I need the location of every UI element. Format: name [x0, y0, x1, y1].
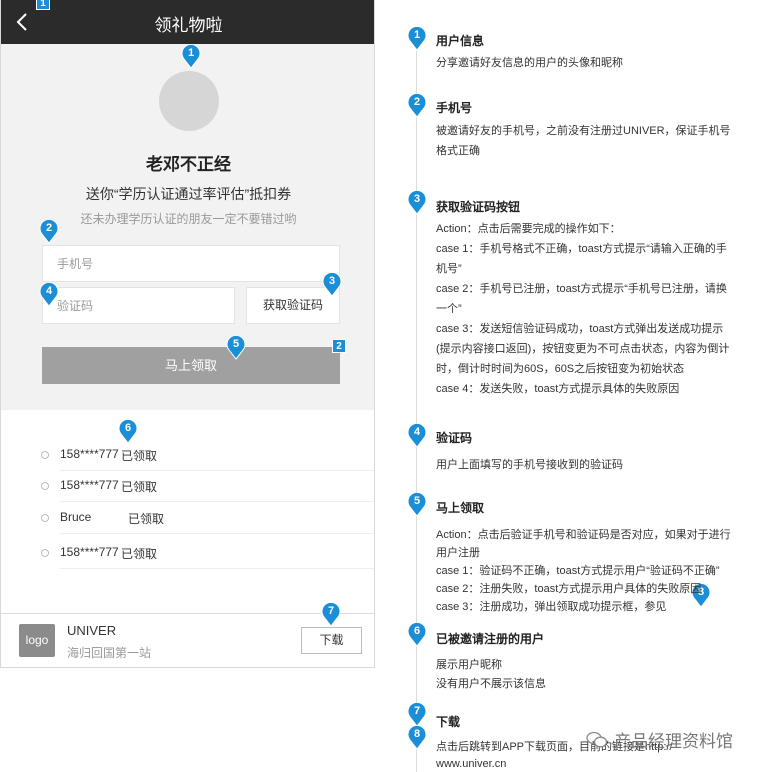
top-nav-bar: 领礼物啦: [1, 0, 374, 44]
annotation-title: 获取验证码按钮: [436, 200, 521, 214]
download-banner: logo UNIVER 海归回国第一站 下载: [1, 613, 374, 667]
list-item: Bruce 已领取: [1, 504, 374, 534]
annotation-title: 用户信息: [436, 34, 485, 48]
claim-status: 已领取: [121, 480, 158, 494]
inviter-avatar: [159, 71, 219, 131]
phone-mockup: 领礼物啦 老邓不正经 送你“学历认证通过率评估”抵扣券 还未办理学历认证的朋友一…: [0, 0, 375, 668]
row-divider: [60, 568, 374, 569]
corner-tag: 2: [332, 339, 346, 353]
annotation-title: 验证码: [436, 431, 473, 445]
row-divider: [60, 501, 374, 502]
pin-marker-icon: 6: [407, 623, 427, 647]
annotation-body: 展示用户昵称 没有用户不展示该信息: [436, 659, 546, 690]
list-item: 158****777 已领取: [1, 472, 374, 502]
annotation-body: 被邀请好友的手机号，之前没有注册过UNIVER，保证手机号 格式正确: [436, 125, 731, 157]
claim-status: 已领取: [121, 449, 158, 463]
bullet-icon: [41, 482, 49, 490]
claim-now-button[interactable]: 马上领取: [42, 347, 340, 384]
app-logo: logo: [19, 624, 55, 657]
pin-marker-icon: 5: [407, 493, 427, 517]
pin-marker-icon: 6: [118, 420, 138, 444]
annotation-title: 手机号: [436, 101, 473, 115]
pin-marker-icon: 4: [39, 283, 59, 307]
download-button[interactable]: 下载: [301, 627, 362, 654]
pin-marker-icon: 3: [322, 273, 342, 297]
inviter-nickname: 老邓不正经: [146, 155, 231, 174]
pin-marker-icon: 4: [407, 424, 427, 448]
annotation-body: Action：点击后需要完成的操作如下： case 1：手机号格式不正确，toa…: [436, 223, 730, 395]
pin-marker-icon: 7: [407, 703, 427, 727]
bullet-icon: [41, 514, 49, 522]
pin-marker-icon: 8: [407, 726, 427, 750]
annotation-title: 已被邀请注册的用户: [436, 632, 545, 646]
list-item: 158****777 已领取: [1, 441, 374, 471]
corner-tag: 1: [36, 0, 50, 10]
user-name: 158****777: [60, 545, 119, 559]
pin-marker-icon: 7: [321, 603, 341, 627]
pin-marker-icon: 2: [407, 94, 427, 118]
pin-marker-icon: 1: [407, 27, 427, 51]
pin-marker-icon: 3: [407, 191, 427, 215]
gift-description: 送你“学历认证通过率评估”抵扣券: [85, 186, 292, 202]
annotation-body: Action：点击后验证手机号和验证码是否对应，如果对于进行 用户注册 case…: [436, 529, 731, 613]
annotation-timeline: [416, 38, 417, 772]
pin-marker-icon: 5: [226, 336, 246, 360]
watermark-text: 产品经理资料馆: [614, 732, 733, 751]
wechat-icon: [586, 731, 608, 747]
verification-code-input[interactable]: 验证码: [42, 287, 235, 324]
annotation-title: 马上领取: [436, 501, 485, 515]
pin-marker-icon: 1: [181, 45, 201, 69]
user-name: 158****777: [60, 447, 119, 461]
row-divider: [60, 533, 374, 534]
page-title: 领礼物啦: [154, 16, 223, 35]
pin-marker-icon: 2: [39, 220, 59, 244]
annotation-body: 用户上面填写的手机号接收到的验证码: [436, 459, 623, 471]
claim-status: 已领取: [121, 547, 158, 561]
annotation-title: 下载: [436, 715, 461, 729]
bullet-icon: [41, 549, 49, 557]
list-item: 158****777 已领取: [1, 539, 374, 569]
brand-slogan: 海归回国第一站: [67, 646, 152, 660]
watermark: 产品经理资料馆: [586, 727, 733, 752]
annotation-body: 分享邀请好友信息的用户的头像和昵称: [436, 57, 623, 69]
claim-status: 已领取: [128, 512, 165, 526]
phone-number-input[interactable]: 手机号: [42, 245, 340, 282]
user-name: Bruce: [60, 510, 92, 524]
brand-name: UNIVER: [67, 623, 117, 638]
row-divider: [60, 470, 374, 471]
bullet-icon: [41, 451, 49, 459]
user-name: 158****777: [60, 478, 119, 492]
